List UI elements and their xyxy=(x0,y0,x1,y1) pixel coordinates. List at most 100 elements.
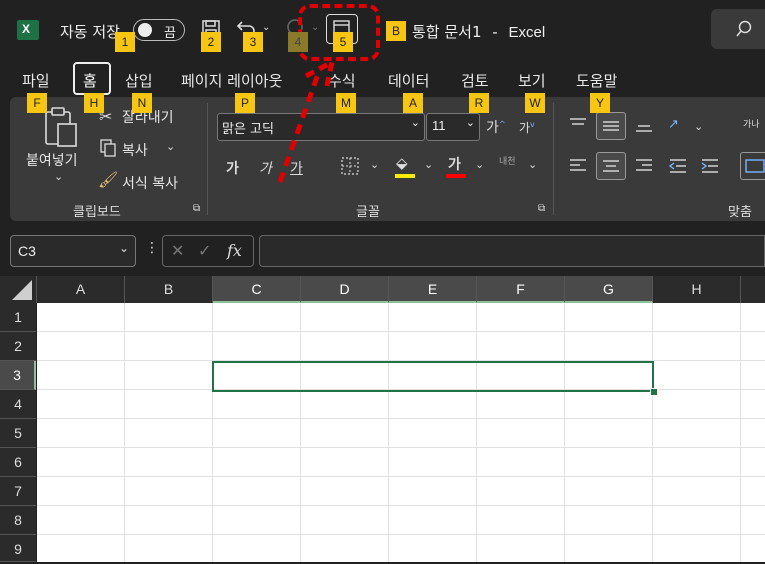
clipboard-group-label: 클립보드 xyxy=(73,205,121,220)
fill-color-bar xyxy=(395,174,415,178)
orientation-dropdown-icon[interactable]: ⌄ xyxy=(694,120,703,133)
keytip-qat-1: 1 xyxy=(115,32,135,52)
row-header[interactable]: 9 xyxy=(0,535,36,562)
row-header[interactable]: 7 xyxy=(0,477,36,506)
decrease-indent-icon[interactable] xyxy=(668,157,688,175)
search-button[interactable] xyxy=(711,9,765,49)
format-painter-button[interactable]: 서식 복사 xyxy=(122,173,178,193)
tab-home[interactable]: 홈 xyxy=(83,70,97,91)
cancel-icon[interactable]: ✕ xyxy=(171,241,184,260)
toggle-state: 끔 xyxy=(164,26,176,41)
fill-color-dropdown-icon[interactable]: ⌄ xyxy=(424,158,433,171)
format-painter-icon[interactable]: 🖌 xyxy=(98,170,118,189)
align-right-icon[interactable] xyxy=(634,157,654,175)
row-header[interactable]: 2 xyxy=(0,332,36,361)
orientation-icon[interactable]: ↗ xyxy=(668,117,679,132)
align-left-icon[interactable] xyxy=(568,157,588,175)
tab-file[interactable]: 파일 xyxy=(22,70,50,91)
keytip-tab-view: W xyxy=(525,93,545,113)
font-name-dropdown-icon: ⌄ xyxy=(410,116,420,129)
row-header[interactable]: 4 xyxy=(0,390,36,419)
tab-view[interactable]: 보기 xyxy=(518,70,546,91)
autosave-toggle[interactable]: 끔 xyxy=(133,19,185,41)
column-header[interactable]: C xyxy=(213,276,301,303)
tab-review[interactable]: 검토 xyxy=(461,70,489,91)
autosave-label: 자동 저장 xyxy=(60,23,120,41)
font-size-combo[interactable]: 11 ⌄ xyxy=(426,113,480,141)
row-header[interactable]: 6 xyxy=(0,448,36,477)
keytip-tab-data: A xyxy=(403,93,423,113)
paste-dropdown-icon[interactable]: ⌄ xyxy=(54,170,63,183)
undo-dropdown-icon[interactable]: ⌄ xyxy=(262,22,270,33)
font-launcher-icon[interactable]: ⧉ xyxy=(538,203,545,214)
column-header[interactable]: H xyxy=(653,276,741,303)
increase-indent-icon[interactable] xyxy=(700,157,720,175)
cell-grid[interactable] xyxy=(37,303,765,562)
search-icon xyxy=(736,20,752,37)
fill-handle[interactable] xyxy=(650,388,658,396)
annotation-arrow xyxy=(277,57,336,183)
column-header[interactable]: B xyxy=(125,276,213,303)
name-box[interactable]: C3 ⌄ xyxy=(10,235,136,267)
shrink-font-icon[interactable]: 가v xyxy=(519,119,535,136)
keytip-tab-review: R xyxy=(469,93,489,113)
tab-page-layout[interactable]: 페이지 레이아웃 xyxy=(181,70,282,91)
font-color-icon[interactable]: 가 xyxy=(448,154,461,174)
row-header[interactable]: 8 xyxy=(0,506,36,535)
keytip-tab-help: Y xyxy=(590,93,610,113)
align-middle-button[interactable] xyxy=(596,112,626,140)
column-header[interactable]: F xyxy=(477,276,565,303)
fill-color-icon[interactable]: ⬙ xyxy=(396,154,408,172)
alignment-group-label: 맞춤 xyxy=(728,205,752,220)
align-center-button[interactable] xyxy=(596,152,626,180)
row-header[interactable]: 5 xyxy=(0,419,36,448)
wrap-text-icon[interactable]: 가나 xyxy=(743,117,760,130)
column-header[interactable]: D xyxy=(301,276,389,303)
bold-icon[interactable]: 가 xyxy=(226,158,239,178)
formula-input[interactable] xyxy=(259,235,765,267)
borders-dropdown-icon[interactable]: ⌄ xyxy=(370,158,379,171)
column-header[interactable]: G xyxy=(565,276,653,303)
insert-function-icon[interactable]: fx xyxy=(227,241,242,260)
phonetic-dropdown-icon[interactable]: ⌄ xyxy=(528,158,537,171)
paste-icon[interactable] xyxy=(42,106,80,150)
select-all-corner[interactable] xyxy=(0,276,37,303)
align-top-icon[interactable] xyxy=(568,116,588,132)
row-header[interactable]: 1 xyxy=(0,303,36,332)
paste-button[interactable]: 붙여넣기 xyxy=(26,150,78,170)
tab-insert[interactable]: 삽입 xyxy=(125,70,153,91)
keytip-qat-b: B xyxy=(386,21,406,41)
keytip-qat-3: 3 xyxy=(243,32,263,52)
clipboard-launcher-icon[interactable]: ⧉ xyxy=(193,203,200,214)
row-header[interactable]: 3 xyxy=(0,361,36,390)
merge-center-button[interactable] xyxy=(740,152,765,180)
phonetic-icon[interactable]: 내천 xyxy=(499,154,516,167)
copy-icon[interactable] xyxy=(100,139,116,157)
select-all-icon xyxy=(12,280,32,300)
formula-actions: ✕ ✓ fx xyxy=(162,235,254,267)
merge-center-icon xyxy=(745,159,765,173)
excel-logo-icon: X xyxy=(17,20,39,40)
keytip-tab-home: H xyxy=(84,93,104,113)
more-options-icon[interactable]: ⋮ xyxy=(145,240,159,256)
column-header[interactable]: E xyxy=(389,276,477,303)
copy-dropdown-icon[interactable]: ⌄ xyxy=(166,140,175,153)
toggle-knob-icon xyxy=(138,23,152,37)
keytip-tab-insert: N xyxy=(132,93,152,113)
column-header[interactable]: A xyxy=(37,276,125,303)
copy-button[interactable]: 복사 xyxy=(122,140,148,160)
keytip-qat-4: 4 xyxy=(288,32,308,52)
grow-font-icon[interactable]: 가^ xyxy=(486,117,506,137)
font-color-dropdown-icon[interactable]: ⌄ xyxy=(475,158,484,171)
keytip-qat-2: 2 xyxy=(201,32,221,52)
align-bottom-icon[interactable] xyxy=(634,118,654,134)
column-header-partial[interactable] xyxy=(741,276,765,303)
document-title: 통합 문서1 - Excel xyxy=(412,23,546,41)
tab-help[interactable]: 도움말 xyxy=(576,70,617,91)
tab-data[interactable]: 데이터 xyxy=(388,70,429,91)
align-center-icon xyxy=(603,160,619,172)
selection-range[interactable] xyxy=(212,361,654,392)
keytip-tab-page-layout: P xyxy=(235,93,255,113)
enter-icon[interactable]: ✓ xyxy=(198,241,211,260)
keytip-qat-5: 5 xyxy=(333,32,353,52)
